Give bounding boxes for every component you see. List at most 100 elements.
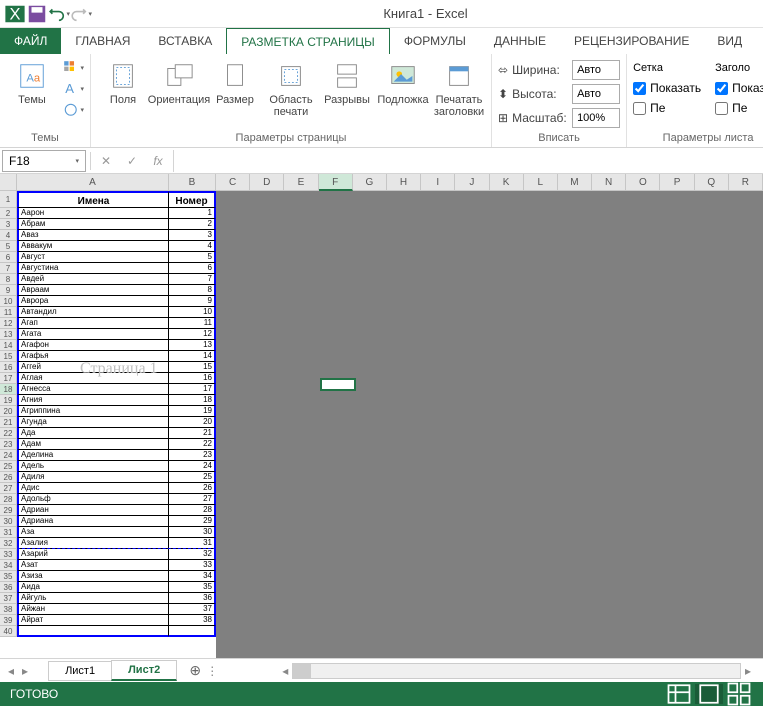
cell-A7[interactable]: Августина xyxy=(17,263,169,274)
cell-A3[interactable]: Абрам xyxy=(17,219,169,230)
cell-B26[interactable]: 25 xyxy=(169,472,216,483)
row-header-22[interactable]: 22 xyxy=(0,428,17,439)
excel-icon[interactable]: X xyxy=(4,3,26,25)
worksheet[interactable]: A B CDEFGHIJKLMNOPQR 1ИменаНомер2Аарон13… xyxy=(0,174,763,658)
row-header-1[interactable]: 1 xyxy=(0,191,17,208)
height-input[interactable] xyxy=(572,84,620,104)
row-header-5[interactable]: 5 xyxy=(0,241,17,252)
tab-home[interactable]: ГЛАВНАЯ xyxy=(61,28,144,54)
cell-A22[interactable]: Ада xyxy=(17,428,169,439)
row-header-38[interactable]: 38 xyxy=(0,604,17,615)
cell-A1[interactable]: Имена xyxy=(17,191,169,208)
col-header-M[interactable]: M xyxy=(558,174,592,191)
row-header-10[interactable]: 10 xyxy=(0,296,17,307)
row-header-27[interactable]: 27 xyxy=(0,483,17,494)
cell-B11[interactable]: 10 xyxy=(169,307,216,318)
cell-A39[interactable]: Айрат xyxy=(17,615,169,626)
cell-B16[interactable]: 15 xyxy=(169,362,216,373)
cell-B17[interactable]: 16 xyxy=(169,373,216,384)
cell-A30[interactable]: Адриана xyxy=(17,516,169,527)
cell-A8[interactable]: Авдей xyxy=(17,274,169,285)
cell-A9[interactable]: Авраам xyxy=(17,285,169,296)
cell-A2[interactable]: Аарон xyxy=(17,208,169,219)
row-header-15[interactable]: 15 xyxy=(0,351,17,362)
tab-formulas[interactable]: ФОРМУЛЫ xyxy=(390,28,480,54)
sheet-next-icon[interactable]: ▸ xyxy=(22,664,28,678)
cell-B2[interactable]: 1 xyxy=(169,208,216,219)
cell-A26[interactable]: Адиля xyxy=(17,472,169,483)
cell-A32[interactable]: Азалия xyxy=(17,538,169,549)
sheet-prev-icon[interactable]: ◂ xyxy=(8,664,14,678)
tab-view[interactable]: ВИД xyxy=(703,28,756,54)
cell-B4[interactable]: 3 xyxy=(169,230,216,241)
cell-B25[interactable]: 24 xyxy=(169,461,216,472)
cell-A4[interactable]: Аваз xyxy=(17,230,169,241)
cell-A34[interactable]: Азат xyxy=(17,560,169,571)
headings-view-checkbox[interactable] xyxy=(715,82,728,95)
page-layout-view-icon[interactable] xyxy=(695,684,723,704)
cell-B39[interactable]: 38 xyxy=(169,615,216,626)
cell-A36[interactable]: Аида xyxy=(17,582,169,593)
row-header-21[interactable]: 21 xyxy=(0,417,17,428)
col-header-G[interactable]: G xyxy=(353,174,387,191)
row-header-19[interactable]: 19 xyxy=(0,395,17,406)
col-header-O[interactable]: O xyxy=(626,174,660,191)
row-header-18[interactable]: 18 xyxy=(0,384,17,395)
row-header-14[interactable]: 14 xyxy=(0,340,17,351)
cell-B40[interactable] xyxy=(169,626,216,637)
col-header-A[interactable]: A xyxy=(17,174,169,191)
row-header-16[interactable]: 16 xyxy=(0,362,17,373)
row-header-7[interactable]: 7 xyxy=(0,263,17,274)
enter-icon[interactable]: ✓ xyxy=(121,150,143,172)
tab-data[interactable]: ДАННЫЕ xyxy=(480,28,560,54)
undo-icon[interactable]: ▾ xyxy=(48,3,70,25)
cell-A40[interactable] xyxy=(17,626,169,637)
orientation-button[interactable]: Ориентация xyxy=(153,58,205,108)
tab-page-layout[interactable]: РАЗМЕТКА СТРАНИЦЫ xyxy=(226,28,390,54)
cell-A11[interactable]: Автандил xyxy=(17,307,169,318)
row-header-8[interactable]: 8 xyxy=(0,274,17,285)
row-header-12[interactable]: 12 xyxy=(0,318,17,329)
col-header-I[interactable]: I xyxy=(421,174,455,191)
row-header-32[interactable]: 32 xyxy=(0,538,17,549)
headings-print-checkbox[interactable] xyxy=(715,102,728,115)
col-header-N[interactable]: N xyxy=(592,174,626,191)
cell-A19[interactable]: Агния xyxy=(17,395,169,406)
row-header-6[interactable]: 6 xyxy=(0,252,17,263)
cell-A38[interactable]: Айжан xyxy=(17,604,169,615)
cell-A35[interactable]: Азиза xyxy=(17,571,169,582)
cell-A29[interactable]: Адриан xyxy=(17,505,169,516)
row-header-24[interactable]: 24 xyxy=(0,450,17,461)
col-header-Q[interactable]: Q xyxy=(695,174,729,191)
row-header-20[interactable]: 20 xyxy=(0,406,17,417)
sheet-tab-2[interactable]: Лист2 xyxy=(111,660,177,681)
row-header-13[interactable]: 13 xyxy=(0,329,17,340)
cancel-icon[interactable]: ✕ xyxy=(95,150,117,172)
row-header-37[interactable]: 37 xyxy=(0,593,17,604)
row-header-3[interactable]: 3 xyxy=(0,219,17,230)
tab-insert[interactable]: ВСТАВКА xyxy=(144,28,226,54)
cell-A14[interactable]: Агафон xyxy=(17,340,169,351)
cell-A15[interactable]: Агафья xyxy=(17,351,169,362)
cell-B14[interactable]: 13 xyxy=(169,340,216,351)
scale-input[interactable] xyxy=(572,108,620,128)
sheet-tab-1[interactable]: Лист1 xyxy=(48,661,112,681)
cell-B8[interactable]: 7 xyxy=(169,274,216,285)
cell-A6[interactable]: Август xyxy=(17,252,169,263)
row-header-23[interactable]: 23 xyxy=(0,439,17,450)
cell-A17[interactable]: Аглая xyxy=(17,373,169,384)
gridlines-view-checkbox[interactable] xyxy=(633,82,646,95)
row-header-31[interactable]: 31 xyxy=(0,527,17,538)
cell-B31[interactable]: 30 xyxy=(169,527,216,538)
cell-A5[interactable]: Аввакум xyxy=(17,241,169,252)
page-break-view-icon[interactable] xyxy=(725,684,753,704)
cell-B18[interactable]: 17 xyxy=(169,384,216,395)
row-header-4[interactable]: 4 xyxy=(0,230,17,241)
cell-A27[interactable]: Адис xyxy=(17,483,169,494)
horizontal-scrollbar[interactable]: ◂ ▸ xyxy=(278,663,755,679)
cell-A18[interactable]: Агнесса xyxy=(17,384,169,395)
col-header-J[interactable]: J xyxy=(455,174,489,191)
cell-B20[interactable]: 19 xyxy=(169,406,216,417)
cell-A16[interactable]: Аггей xyxy=(17,362,169,373)
cell-B9[interactable]: 8 xyxy=(169,285,216,296)
